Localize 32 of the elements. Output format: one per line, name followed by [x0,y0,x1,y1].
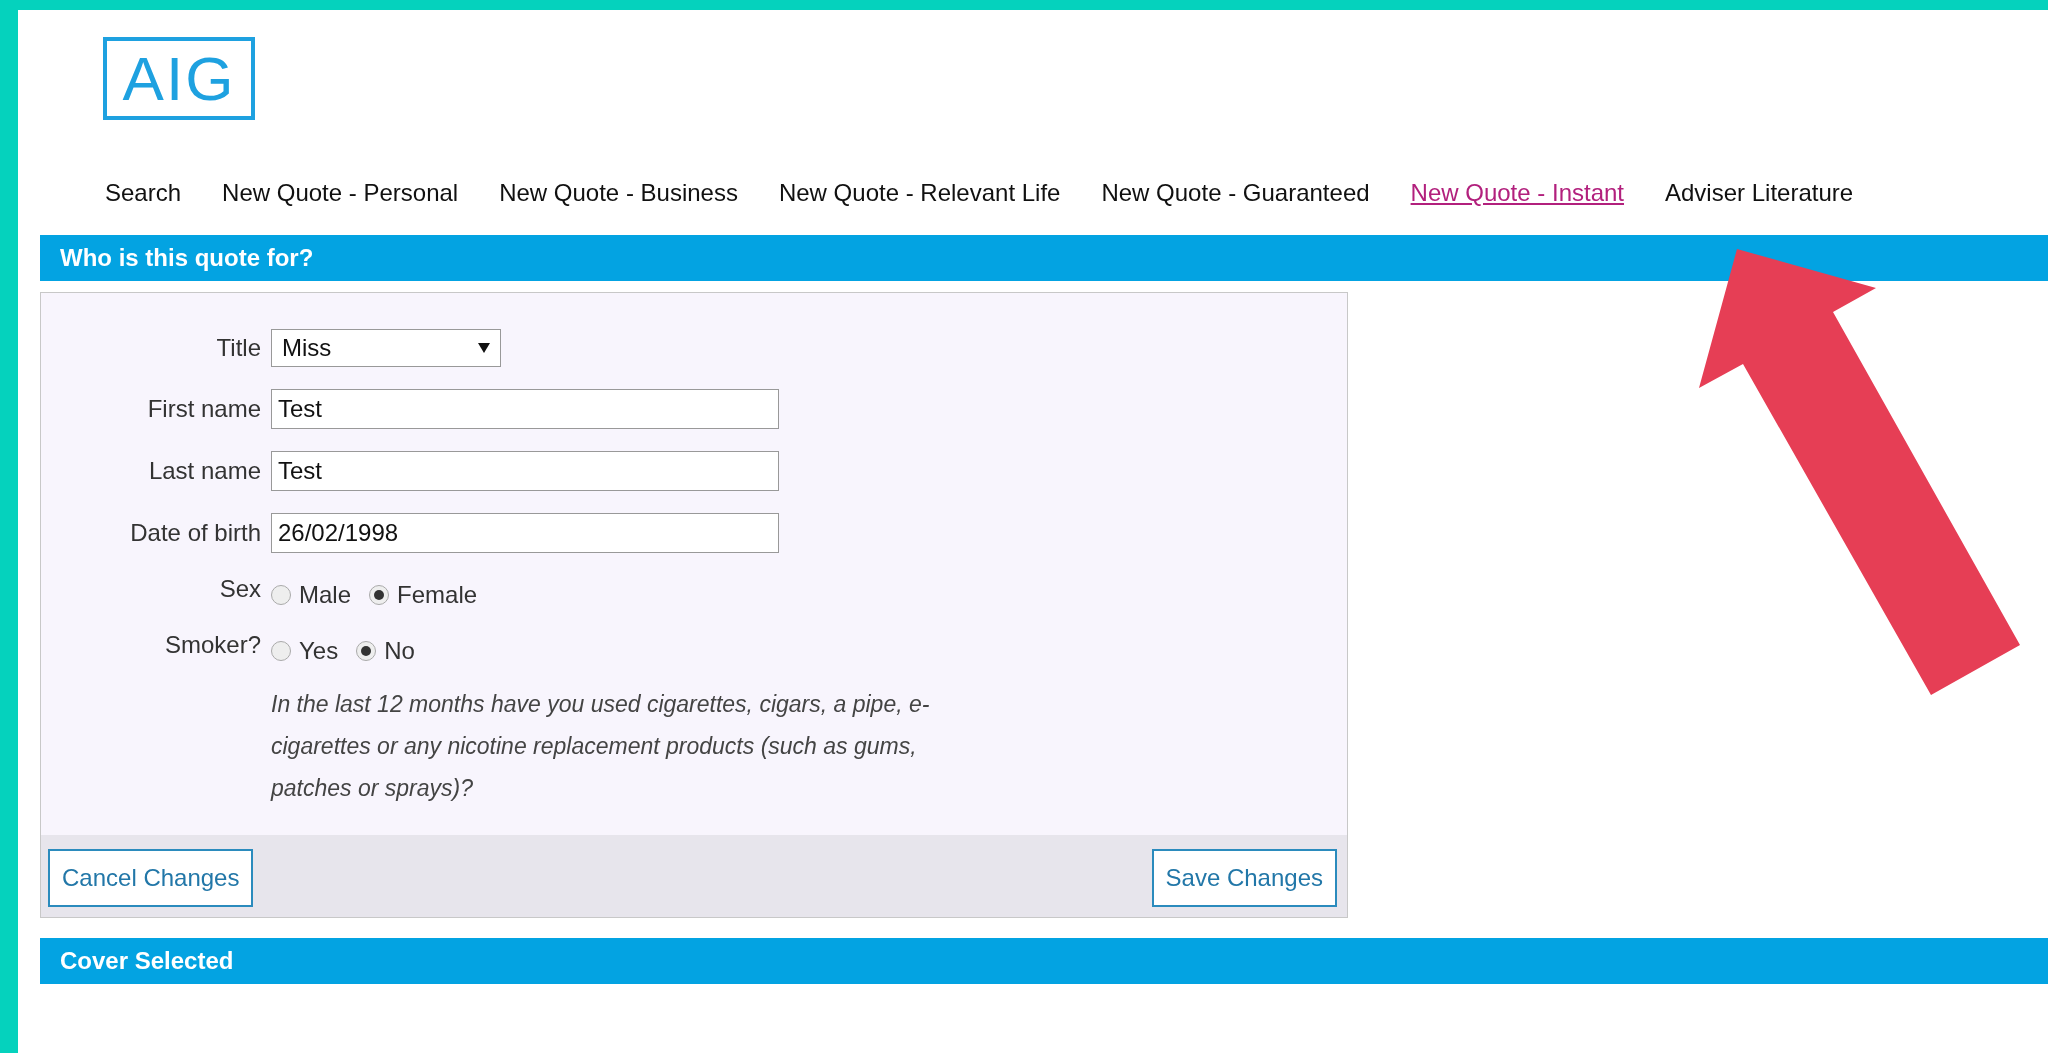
radio-label: Yes [299,637,339,665]
radio-label: Male [299,581,352,609]
section-header: Who is this quote for? [40,235,2048,281]
help-text: In the last 12 months have you used cigarettes, cigars, a pipe, e-cigarettes or any nicotine replacement products (such as gums, patches or sprays)? [271,690,931,803]
nav-link[interactable]: Search [105,179,182,207]
nav-link[interactable]: New Quote - Instant [1410,179,1624,207]
input-field[interactable]: Test [271,451,779,491]
title-dropdown[interactable]: Miss [271,329,501,367]
field-label: First name [146,395,261,423]
field-label: Date of birth [129,519,261,547]
logo: AIG [103,37,255,120]
radio-label: Female [397,581,478,609]
input-field[interactable]: Test [271,389,779,429]
nav-link[interactable]: New Quote - Business [499,179,738,207]
radio-button[interactable] [271,641,291,661]
field-label: Sex [218,575,261,603]
nav-link[interactable]: Adviser Literature [1665,179,1854,207]
nav-link[interactable]: New Quote - Personal [222,179,459,207]
save-button[interactable]: Save Changes [1151,849,1337,907]
cancel-button[interactable]: Cancel Changes [48,849,254,907]
caret-icon [478,343,490,353]
radio-button[interactable] [356,641,377,661]
field-label: Smoker? [163,631,261,659]
nav-link[interactable]: New Quote - Guaranteed [1101,179,1370,207]
section-header: Cover Selected [40,938,2048,984]
radio-button[interactable] [369,585,390,605]
nav-link[interactable]: New Quote - Relevant Life [778,179,1061,207]
field-label: Title [215,334,261,362]
radio-button[interactable] [271,585,291,605]
input-field[interactable]: 26/02/1998 [271,513,779,553]
field-label: Last name [147,457,261,485]
radio-label: No [384,637,415,665]
